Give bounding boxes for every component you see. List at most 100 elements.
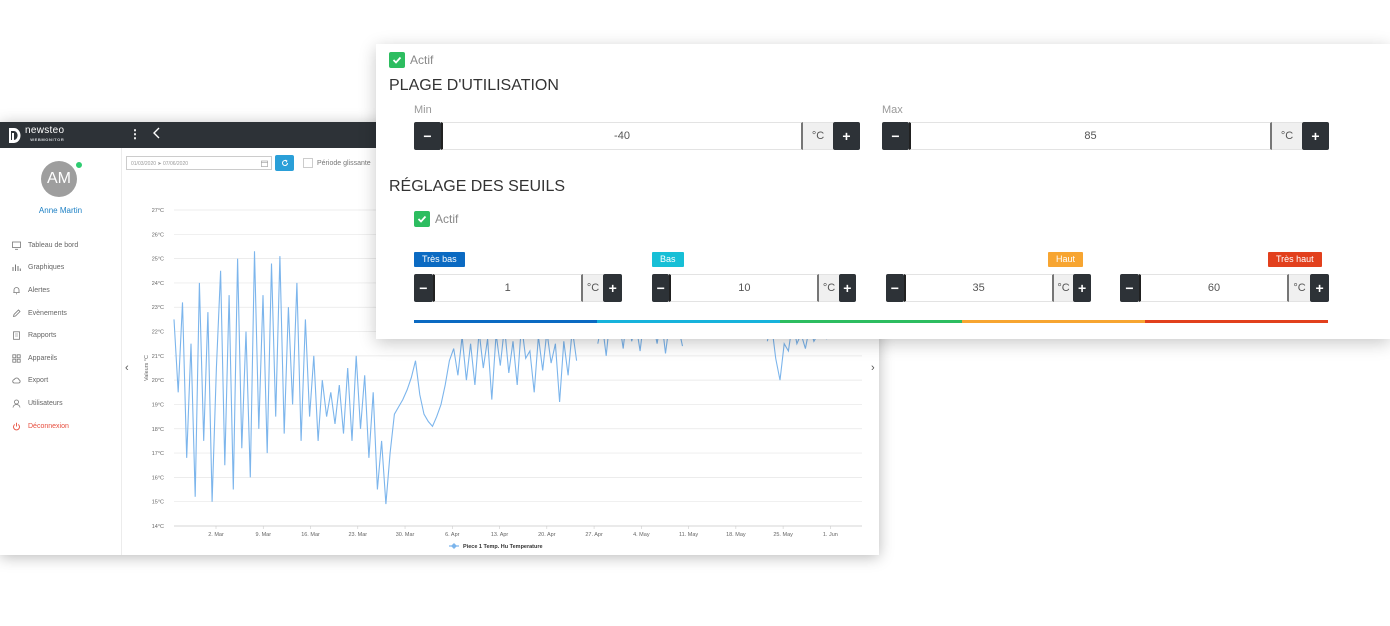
x-tick-label: 2. Mar — [208, 532, 224, 538]
pencil-icon — [12, 309, 21, 317]
high-unit: °C — [1053, 274, 1074, 302]
checkbox-checked[interactable] — [389, 52, 405, 68]
x-tick-label: 20. Apr — [538, 532, 556, 538]
y-tick-label: 21°C — [152, 354, 164, 360]
threshold-color-scale — [414, 320, 1328, 323]
plus-icon: + — [1315, 280, 1324, 296]
y-tick-label: 23°C — [152, 305, 164, 311]
avatar[interactable]: AM — [41, 161, 77, 197]
very-high-increment-button[interactable]: + — [1310, 274, 1330, 302]
bar-chart-icon — [12, 264, 21, 272]
calendar-icon[interactable] — [261, 160, 268, 167]
low-decrement-button[interactable]: − — [652, 274, 670, 302]
min-decrement-button[interactable]: − — [414, 122, 441, 150]
chevron-left-icon[interactable] — [150, 125, 164, 141]
x-tick-label: 1. Jun — [823, 532, 838, 538]
date-range-value: 01/03/2020 ➤ 07/06/2020 — [131, 161, 189, 167]
sidebar-item-deconnexion[interactable]: Déconnexion — [12, 415, 78, 438]
sidebar-menu: Tableau de bord Graphiques Alertes Evène… — [12, 234, 78, 437]
minus-icon: − — [656, 280, 665, 296]
very-high-decrement-button[interactable]: − — [1120, 274, 1139, 302]
x-tick-label: 11. May — [679, 532, 698, 538]
x-tick-label: 18. May — [726, 532, 746, 538]
plus-icon: + — [1311, 128, 1320, 144]
very-high-input[interactable] — [1138, 274, 1289, 302]
min-input[interactable] — [441, 122, 803, 150]
min-stepper: − °C + — [414, 122, 860, 150]
x-tick-label: 13. Apr — [491, 532, 509, 538]
y-tick-label: 17°C — [152, 451, 164, 457]
high-input[interactable] — [903, 274, 1054, 302]
y-tick-label: 19°C — [152, 402, 164, 408]
sliding-period-checkbox[interactable]: Période glissante — [303, 158, 371, 168]
sidebar-item-label: Evènements — [28, 309, 67, 317]
usage-active-label: Actif — [410, 53, 434, 67]
sidebar-item-graphiques[interactable]: Graphiques — [12, 257, 78, 280]
logo-subtitle: WEBMONITOR — [30, 137, 65, 142]
high-decrement-button[interactable]: − — [886, 274, 904, 302]
settings-panel: Actif PLAGE D'UTILISATION Min − °C + Max… — [376, 44, 1390, 339]
max-input[interactable] — [909, 122, 1272, 150]
y-tick-label: 24°C — [152, 281, 164, 287]
usage-active-checkbox[interactable]: Actif — [389, 52, 433, 68]
sidebar-item-export[interactable]: Export — [12, 370, 78, 393]
min-increment-button[interactable]: + — [833, 122, 860, 150]
y-tick-label: 16°C — [152, 475, 164, 481]
cloud-icon — [12, 377, 21, 384]
sidebar-item-evenements[interactable]: Evènements — [12, 302, 78, 325]
checkbox-checked[interactable] — [414, 211, 430, 227]
user-name[interactable]: Anne Martin — [0, 206, 121, 215]
thresholds-active-checkbox[interactable]: Actif — [414, 211, 458, 227]
legend-marker — [451, 543, 457, 549]
minus-icon: − — [1125, 280, 1134, 296]
threshold-high-stepper: − °C + — [886, 274, 1091, 302]
very-low-decrement-button[interactable]: − — [414, 274, 433, 302]
min-label: Min — [414, 104, 432, 116]
minus-icon: − — [423, 128, 432, 144]
scale-segment — [779, 320, 963, 323]
threshold-low-stepper: − °C + — [652, 274, 856, 302]
x-tick-label: 27. Apr — [585, 532, 603, 538]
sidebar-item-alertes[interactable]: Alertes — [12, 279, 78, 302]
logo-name: newsteo — [25, 125, 65, 136]
max-decrement-button[interactable]: − — [882, 122, 909, 150]
low-input[interactable] — [669, 274, 820, 302]
threshold-high-badge: Haut — [1048, 252, 1084, 267]
max-increment-button[interactable]: + — [1302, 122, 1329, 150]
sidebar-item-appareils[interactable]: Appareils — [12, 347, 78, 370]
max-label: Max — [882, 104, 903, 116]
y-tick-label: 22°C — [152, 330, 164, 336]
x-tick-label: 16. Mar — [301, 532, 320, 538]
usage-range-title: PLAGE D'UTILISATION — [389, 77, 559, 94]
sidebar-item-tableau-de-bord[interactable]: Tableau de bord — [12, 234, 78, 257]
sidebar-item-label: Utilisateurs — [28, 399, 63, 407]
very-low-input[interactable] — [432, 274, 583, 302]
checkbox-box[interactable] — [303, 158, 313, 168]
monitor-icon — [12, 241, 21, 250]
y-tick-label: 26°C — [152, 232, 164, 238]
sidebar-item-rapports[interactable]: Rapports — [12, 324, 78, 347]
threshold-very-low-stepper: − °C + — [414, 274, 622, 302]
thresholds-title: RÉGLAGE DES SEUILS — [389, 178, 566, 195]
scale-segment — [414, 320, 597, 323]
max-unit: °C — [1272, 122, 1302, 150]
very-low-increment-button[interactable]: + — [603, 274, 622, 302]
date-filter-bar: 01/03/2020 ➤ 07/06/2020 Période glissant… — [126, 155, 371, 171]
threshold-very-high-badge: Très haut — [1268, 252, 1322, 267]
sidebar-item-label: Rapports — [28, 332, 57, 340]
y-tick-label: 14°C — [152, 524, 164, 530]
newsteo-logo[interactable]: newsteo WEBMONITOR — [6, 126, 64, 144]
date-range-input[interactable]: 01/03/2020 ➤ 07/06/2020 — [126, 156, 272, 170]
minus-icon: − — [419, 280, 428, 296]
refresh-button[interactable] — [275, 155, 294, 171]
plus-icon: + — [608, 280, 617, 296]
high-increment-button[interactable]: + — [1073, 274, 1091, 302]
low-increment-button[interactable]: + — [838, 274, 856, 302]
sidebar-item-label: Graphiques — [28, 264, 65, 272]
kebab-menu-icon[interactable]: ⋮ — [129, 127, 141, 141]
legend-label: Piece 1 Temp. Hu Temperature — [463, 544, 543, 550]
x-tick-label: 23. Mar — [348, 532, 367, 538]
refresh-icon — [281, 159, 288, 166]
sidebar-item-utilisateurs[interactable]: Utilisateurs — [12, 392, 78, 415]
x-tick-label: 4. May — [633, 532, 650, 538]
